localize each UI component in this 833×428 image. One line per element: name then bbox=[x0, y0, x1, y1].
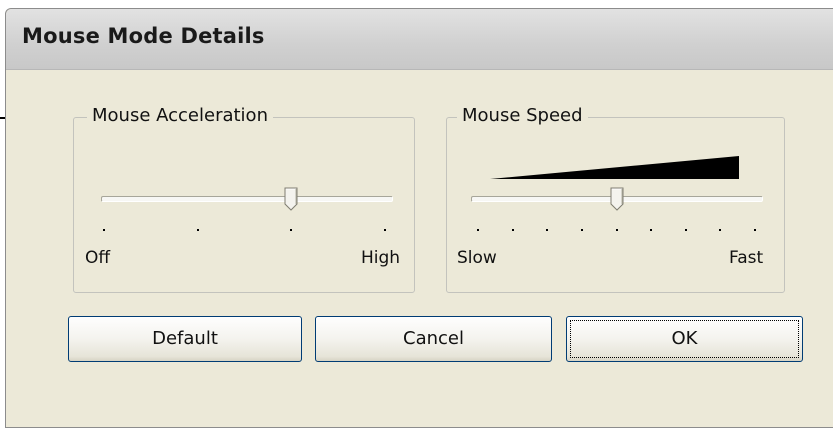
ok-button-label: OK bbox=[671, 328, 698, 349]
mouse-acceleration-label: Mouse Acceleration bbox=[87, 105, 273, 126]
speed-tick-mark bbox=[511, 229, 514, 231]
mouse-speed-slider-thumb[interactable] bbox=[610, 187, 624, 211]
mouse-acceleration-track[interactable] bbox=[101, 196, 393, 202]
acceleration-tick-mark bbox=[103, 229, 105, 231]
speed-tick-mark bbox=[684, 229, 687, 231]
speed-ramp-indicator bbox=[490, 156, 739, 179]
mouse-acceleration-slider-thumb[interactable] bbox=[284, 187, 298, 211]
speed-tick-mark bbox=[719, 229, 722, 231]
speed-min-label: Slow bbox=[457, 248, 497, 268]
speed-max-label: Fast bbox=[729, 248, 764, 268]
acceleration-min-label: Off bbox=[85, 248, 111, 268]
title-bar: Mouse Mode Details bbox=[6, 9, 833, 70]
default-button[interactable]: Default bbox=[68, 316, 302, 362]
acceleration-tick-mark bbox=[196, 229, 199, 231]
cancel-button[interactable]: Cancel bbox=[315, 316, 552, 362]
speed-tick-mark bbox=[580, 229, 583, 231]
speed-tick-mark bbox=[754, 229, 756, 231]
speed-tick-mark bbox=[477, 229, 479, 231]
mouse-speed-label: Mouse Speed bbox=[457, 105, 588, 126]
speed-tick-mark bbox=[650, 229, 653, 231]
acceleration-tick-mark bbox=[384, 229, 386, 231]
cancel-button-label: Cancel bbox=[403, 328, 464, 349]
ok-button[interactable]: OK bbox=[566, 316, 803, 362]
acceleration-max-label: High bbox=[361, 248, 401, 268]
default-button-label: Default bbox=[152, 328, 218, 349]
acceleration-tick-mark bbox=[290, 229, 293, 231]
speed-tick-mark bbox=[546, 229, 549, 231]
dialog-title: Mouse Mode Details bbox=[22, 24, 265, 48]
speed-tick-mark bbox=[615, 229, 618, 231]
mouse-mode-details-dialog: Mouse Mode Details Mouse Acceleration Of… bbox=[5, 8, 833, 428]
